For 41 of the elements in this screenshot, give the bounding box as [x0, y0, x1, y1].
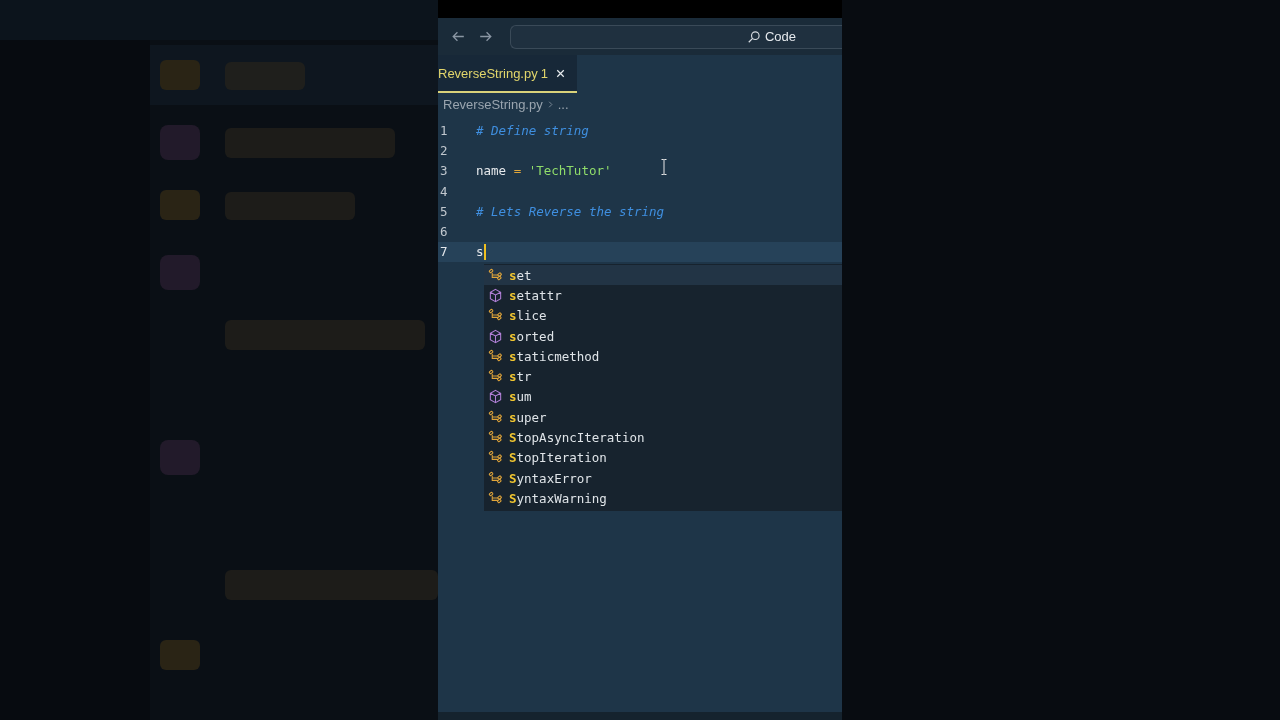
tab-title[interactable]: ReverseString.py: [438, 65, 538, 81]
line-number: 4: [439, 183, 449, 199]
suggestion-item[interactable]: str: [484, 366, 842, 387]
suggestion-item[interactable]: SyntaxError: [484, 467, 842, 489]
class-icon: [488, 430, 503, 445]
class-icon: [488, 409, 503, 425]
search-icon: [746, 29, 761, 44]
suggestion-item[interactable]: set: [484, 265, 842, 286]
cube-icon: [488, 328, 503, 344]
code-line: name = 'TechTutor': [476, 163, 612, 179]
suggestion-item[interactable]: SyntaxWarning: [484, 488, 842, 509]
class-icon: [488, 348, 503, 364]
class-icon: [488, 267, 503, 283]
line-number: 7: [439, 244, 449, 260]
cube-icon: [488, 389, 503, 405]
suggestion-item[interactable]: StopAsyncIteration: [484, 427, 842, 448]
suggestion-item[interactable]: super: [484, 407, 842, 428]
text-cursor-icon: [659, 158, 669, 176]
problem-count: 1: [540, 65, 548, 81]
code-line: s: [476, 244, 484, 260]
editor-tab[interactable]: ReverseString.py 1: [438, 55, 577, 93]
command-center[interactable]: Code: [510, 24, 842, 49]
code-line: # Lets Reverse the string: [476, 203, 665, 219]
suggestion-item[interactable]: staticmethod: [484, 346, 842, 367]
class-icon: [488, 490, 503, 506]
breadcrumb-item[interactable]: ...: [557, 96, 569, 112]
text-caret: [483, 243, 486, 260]
class-icon: [488, 470, 503, 486]
suggestion-item[interactable]: slice: [484, 305, 842, 326]
line-number: 6: [439, 224, 449, 240]
suggestion-item[interactable]: StopIteration: [484, 447, 842, 468]
line-number: 1: [439, 122, 449, 138]
breadcrumb-item[interactable]: ReverseString.py: [443, 96, 543, 112]
line-number: 3: [439, 163, 449, 179]
suggestion-item[interactable]: setattr: [484, 285, 842, 306]
line-number: 2: [439, 142, 449, 158]
line-number: 5: [439, 203, 449, 219]
code-line: # Define string: [476, 122, 589, 138]
cube-icon: [488, 287, 503, 303]
suggestion-item[interactable]: sorted: [484, 325, 842, 347]
suggestion-item[interactable]: sum: [484, 386, 842, 408]
